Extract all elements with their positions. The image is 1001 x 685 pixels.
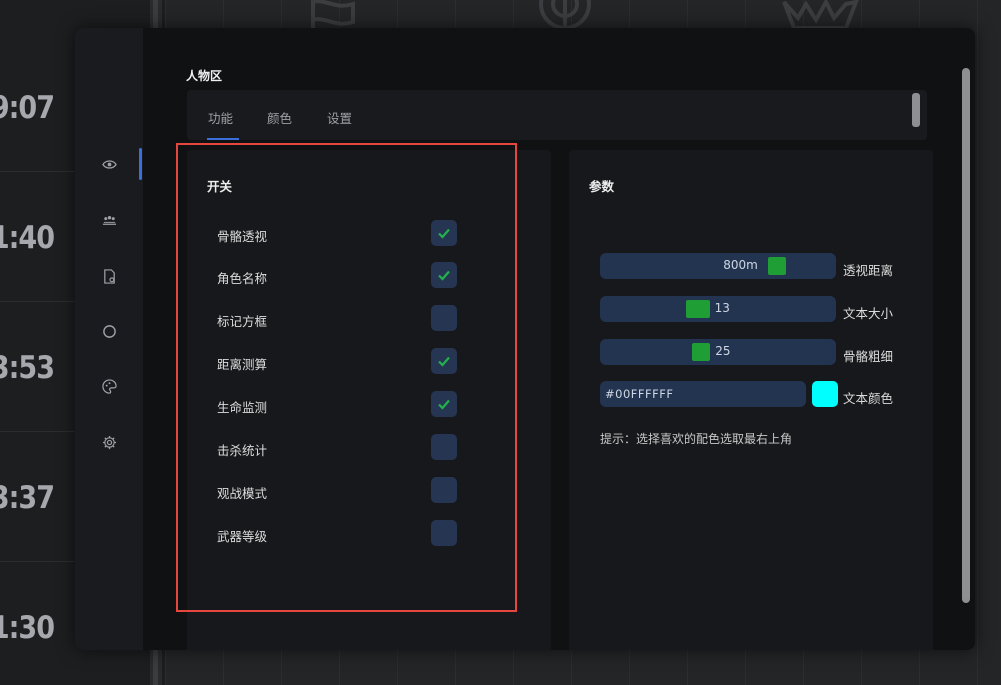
slider-thumb[interactable] xyxy=(692,343,711,361)
hint-text: 提示：选择喜欢的配色选取最右上角 xyxy=(600,432,793,446)
tab-scrollbar[interactable] xyxy=(912,93,920,127)
option-row: 观战模式 xyxy=(217,477,463,505)
param-label: 透视距离 xyxy=(843,263,894,278)
main-content: 人物区 功能 颜色 设置 开关 骨骼透视 角色名称 标记方框 距离测算 生命监测… xyxy=(143,28,975,650)
checkbox-weapon-level[interactable] xyxy=(431,520,457,546)
checkbox-character-name[interactable] xyxy=(431,262,457,288)
param-label: 文本大小 xyxy=(843,306,894,321)
time-text: 23:53 xyxy=(0,349,55,386)
color-hex-input[interactable]: #00FFFFFF xyxy=(600,381,806,407)
slider-text-size[interactable]: 13 xyxy=(600,296,836,322)
option-label: 距离测算 xyxy=(217,357,268,372)
time-text: 01:40 xyxy=(0,219,55,256)
time-text: 09:07 xyxy=(0,89,55,126)
circle-icon[interactable] xyxy=(99,321,119,341)
param-label: 骨骼粗细 xyxy=(843,349,894,364)
tab-bar: 功能 颜色 设置 xyxy=(187,90,927,140)
slider-value: 25 xyxy=(715,344,731,358)
switches-panel: 开关 骨骼透视 角色名称 标记方框 距离测算 生命监测 击杀统计 观战模式 武器… xyxy=(187,150,551,650)
slider-skeleton-thickness[interactable]: 25 xyxy=(600,339,836,365)
tab-function[interactable]: 功能 xyxy=(208,108,233,127)
sidebar-active-indicator xyxy=(139,148,142,180)
settings-window: 人物区 功能 颜色 设置 开关 骨骼透视 角色名称 标记方框 距离测算 生命监测… xyxy=(75,28,975,650)
option-label: 击杀统计 xyxy=(217,443,268,458)
option-label: 观战模式 xyxy=(217,486,268,501)
slider-esp-distance[interactable]: 800m xyxy=(600,253,836,279)
option-label: 角色名称 xyxy=(217,271,268,286)
color-swatch[interactable] xyxy=(812,381,838,407)
file-settings-icon[interactable] xyxy=(99,266,119,286)
option-label: 骨骼透视 xyxy=(217,229,268,244)
option-label: 生命监测 xyxy=(217,400,268,415)
option-row: 生命监测 xyxy=(217,391,463,419)
checkbox-spectator-mode[interactable] xyxy=(431,477,457,503)
slider-thumb[interactable] xyxy=(685,300,710,318)
option-label: 武器等级 xyxy=(217,529,268,544)
page-title: 人物区 xyxy=(186,69,223,83)
checkbox-distance-measure[interactable] xyxy=(431,348,457,374)
time-text: 21:30 xyxy=(0,609,55,646)
switches-title: 开关 xyxy=(207,179,233,194)
window-scrollbar-track xyxy=(961,28,973,650)
sidebar xyxy=(75,28,143,650)
option-row: 骨骼透视 xyxy=(217,220,463,248)
slider-thumb[interactable] xyxy=(767,257,786,275)
tab-color[interactable]: 颜色 xyxy=(267,108,292,127)
check-icon xyxy=(438,270,450,281)
param-label: 文本颜色 xyxy=(843,391,894,406)
checkbox-kill-stats[interactable] xyxy=(431,434,457,460)
slider-value: 800m xyxy=(723,258,758,272)
option-row: 武器等级 xyxy=(217,520,463,548)
check-icon xyxy=(438,228,450,239)
option-row: 角色名称 xyxy=(217,262,463,290)
palette-icon[interactable] xyxy=(99,376,119,396)
option-row: 标记方框 xyxy=(217,305,463,333)
option-label: 标记方框 xyxy=(217,314,268,329)
checkbox-health-monitor[interactable] xyxy=(431,391,457,417)
slider-value: 13 xyxy=(714,301,730,315)
crowd-icon[interactable] xyxy=(99,210,119,230)
checkbox-marker-box[interactable] xyxy=(431,305,457,331)
window-scrollbar-thumb[interactable] xyxy=(962,68,970,603)
time-text: 23:37 xyxy=(0,479,55,516)
check-icon xyxy=(438,356,450,367)
checkbox-skeleton-esp[interactable] xyxy=(431,220,457,246)
option-row: 距离测算 xyxy=(217,348,463,376)
params-title: 参数 xyxy=(589,179,615,194)
gear-icon[interactable] xyxy=(99,432,119,452)
tab-settings[interactable]: 设置 xyxy=(327,108,352,127)
eye-icon[interactable] xyxy=(99,154,119,174)
params-panel: 参数 800m 透视距离 13 文本大小 25 骨骼粗细 #00FFFFFF 文… xyxy=(569,150,933,650)
option-row: 击杀统计 xyxy=(217,434,463,462)
tab-active-indicator xyxy=(207,138,239,140)
check-icon xyxy=(438,399,450,410)
